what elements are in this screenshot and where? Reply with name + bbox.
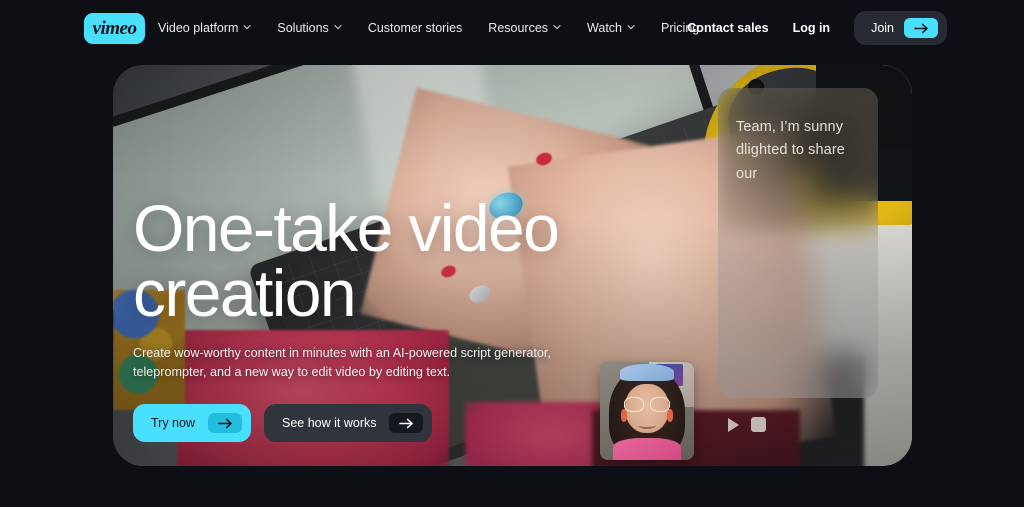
primary-nav-links: Video platform Solutions Customer storie… xyxy=(158,0,699,56)
top-navigation-bar: vimeo Video platform Solutions Customer … xyxy=(0,0,1024,56)
nav-item-customer-stories[interactable]: Customer stories xyxy=(368,21,462,35)
page-root: vimeo Video platform Solutions Customer … xyxy=(0,0,1024,507)
nav-item-watch[interactable]: Watch xyxy=(587,21,635,35)
nav-label: Video platform xyxy=(158,21,239,35)
hero-card: Team, I’m sunny dlighted to share our On… xyxy=(113,65,912,466)
nav-label: Watch xyxy=(587,21,623,35)
chevron-down-icon xyxy=(243,23,251,31)
chevron-down-icon xyxy=(553,23,561,31)
log-in-link[interactable]: Log in xyxy=(793,21,831,35)
try-now-button-label: Try now xyxy=(151,416,195,430)
nav-label: Customer stories xyxy=(367,21,463,35)
hero-subheadline: Create wow-worthy content in minutes wit… xyxy=(133,345,551,379)
nav-actions: Contact sales Log in Join xyxy=(687,0,947,56)
nav-label: Resources xyxy=(488,21,549,35)
arrow-right-icon xyxy=(904,18,938,38)
player-controls xyxy=(728,417,766,432)
vimeo-logo[interactable]: vimeo xyxy=(84,13,145,44)
play-icon[interactable] xyxy=(728,417,739,432)
nav-item-resources[interactable]: Resources xyxy=(488,21,561,35)
teleprompter-panel[interactable]: Team, I’m sunny dlighted to share our xyxy=(718,88,878,398)
nav-item-solutions[interactable]: Solutions xyxy=(277,21,342,35)
nav-label: Solutions xyxy=(277,21,329,35)
join-button[interactable]: Join xyxy=(854,11,947,45)
nav-item-video-platform[interactable]: Video platform xyxy=(158,21,251,35)
see-how-it-works-button[interactable]: See how it works xyxy=(264,404,433,442)
stop-icon[interactable] xyxy=(751,417,766,432)
contact-sales-link[interactable]: Contact sales xyxy=(687,21,768,35)
chevron-down-icon xyxy=(334,23,342,31)
hero-cta-row: Try now See how it works xyxy=(133,404,653,442)
hero-copy-block: One-take video creation Create wow-worth… xyxy=(133,196,653,442)
vimeo-logo-text: vimeo xyxy=(92,17,137,39)
hero-headline: One-take video creation xyxy=(133,191,653,331)
join-button-label: Join xyxy=(871,21,894,35)
teleprompter-fade-overlay xyxy=(718,205,878,398)
arrow-right-icon xyxy=(389,413,424,433)
try-now-button[interactable]: Try now xyxy=(133,404,251,442)
chevron-down-icon xyxy=(627,23,635,31)
teleprompter-script-text: Team, I’m sunny dlighted to share our xyxy=(736,119,845,182)
arrow-right-icon xyxy=(208,413,242,433)
see-how-it-works-button-label: See how it works xyxy=(282,416,377,430)
hero-headline-line-1: One-take video xyxy=(133,191,560,266)
hero-headline-line-2: creation xyxy=(133,256,357,331)
